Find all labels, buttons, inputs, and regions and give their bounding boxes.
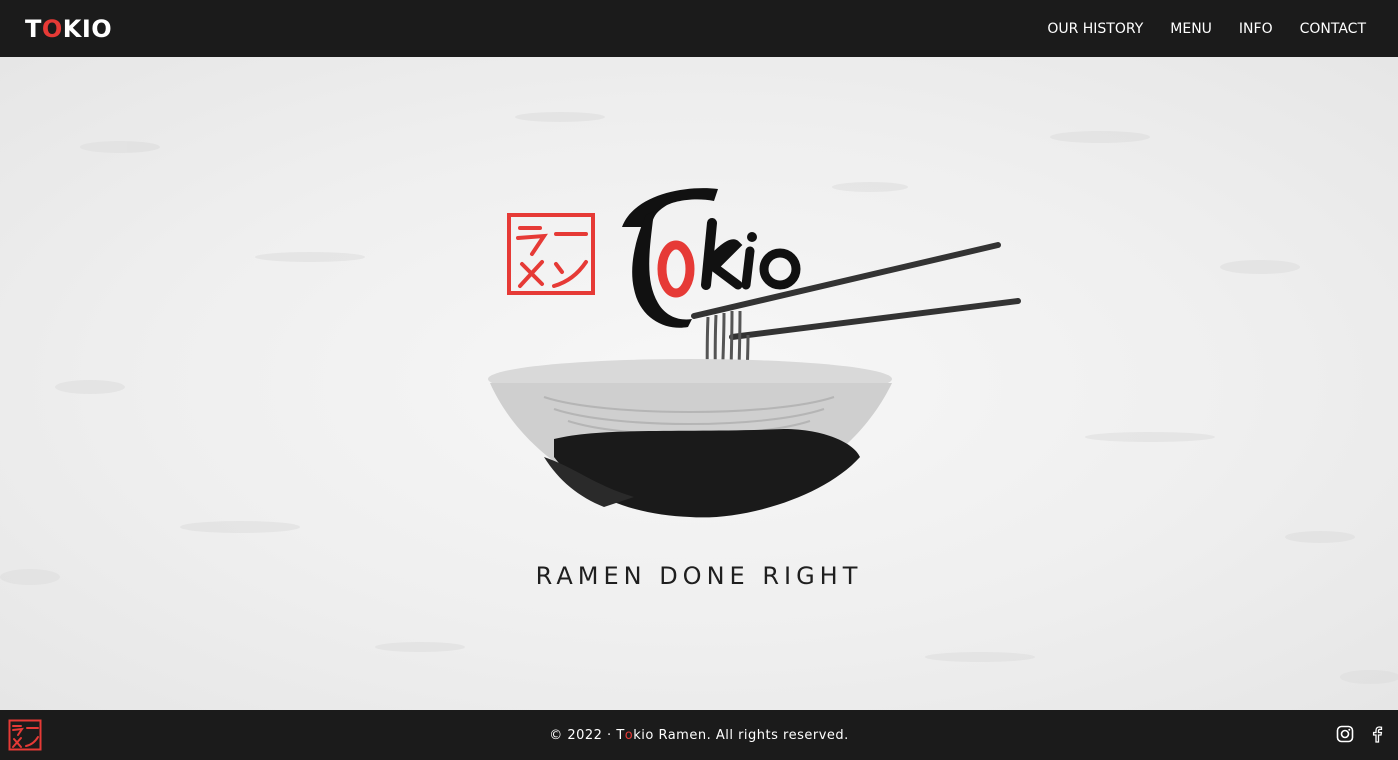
copyright-text: © 2022 · To kio Ramen. All rights reserve… xyxy=(549,728,849,743)
social-links xyxy=(1336,725,1386,743)
footer-bar: © 2022 · To kio Ramen. All rights reserve… xyxy=(0,710,1398,760)
top-nav-bar: T O KIO OUR HISTORY MENU INFO CONTACT xyxy=(0,0,1398,57)
instagram-icon[interactable] xyxy=(1336,725,1354,743)
nav-contact[interactable]: CONTACT xyxy=(1300,21,1366,37)
copyright-part-1: © 2022 · T xyxy=(549,727,625,743)
brand-logo[interactable]: T O KIO xyxy=(25,15,112,43)
footer-stamp-icon xyxy=(8,719,42,751)
nav-our-history[interactable]: OUR HISTORY xyxy=(1047,21,1143,37)
nav-info[interactable]: INFO xyxy=(1239,21,1273,37)
nav-menu[interactable]: MENU xyxy=(1170,21,1212,37)
hero-section: RAMEN DONE RIGHT xyxy=(0,57,1398,710)
copyright-part-2: kio Ramen. All rights reserved. xyxy=(633,727,849,743)
brand-letters-kio: KIO xyxy=(62,14,113,43)
brand-letter-o: O xyxy=(41,14,63,43)
main-nav: OUR HISTORY MENU INFO CONTACT xyxy=(1047,21,1366,37)
hero-tagline: RAMEN DONE RIGHT xyxy=(535,562,863,590)
facebook-icon[interactable] xyxy=(1368,725,1386,743)
ramen-stamp-icon xyxy=(507,213,595,295)
copyright-part-o: o xyxy=(624,727,634,743)
ramen-bowl-illustration xyxy=(488,359,892,518)
brand-letter-t: T xyxy=(25,14,42,43)
